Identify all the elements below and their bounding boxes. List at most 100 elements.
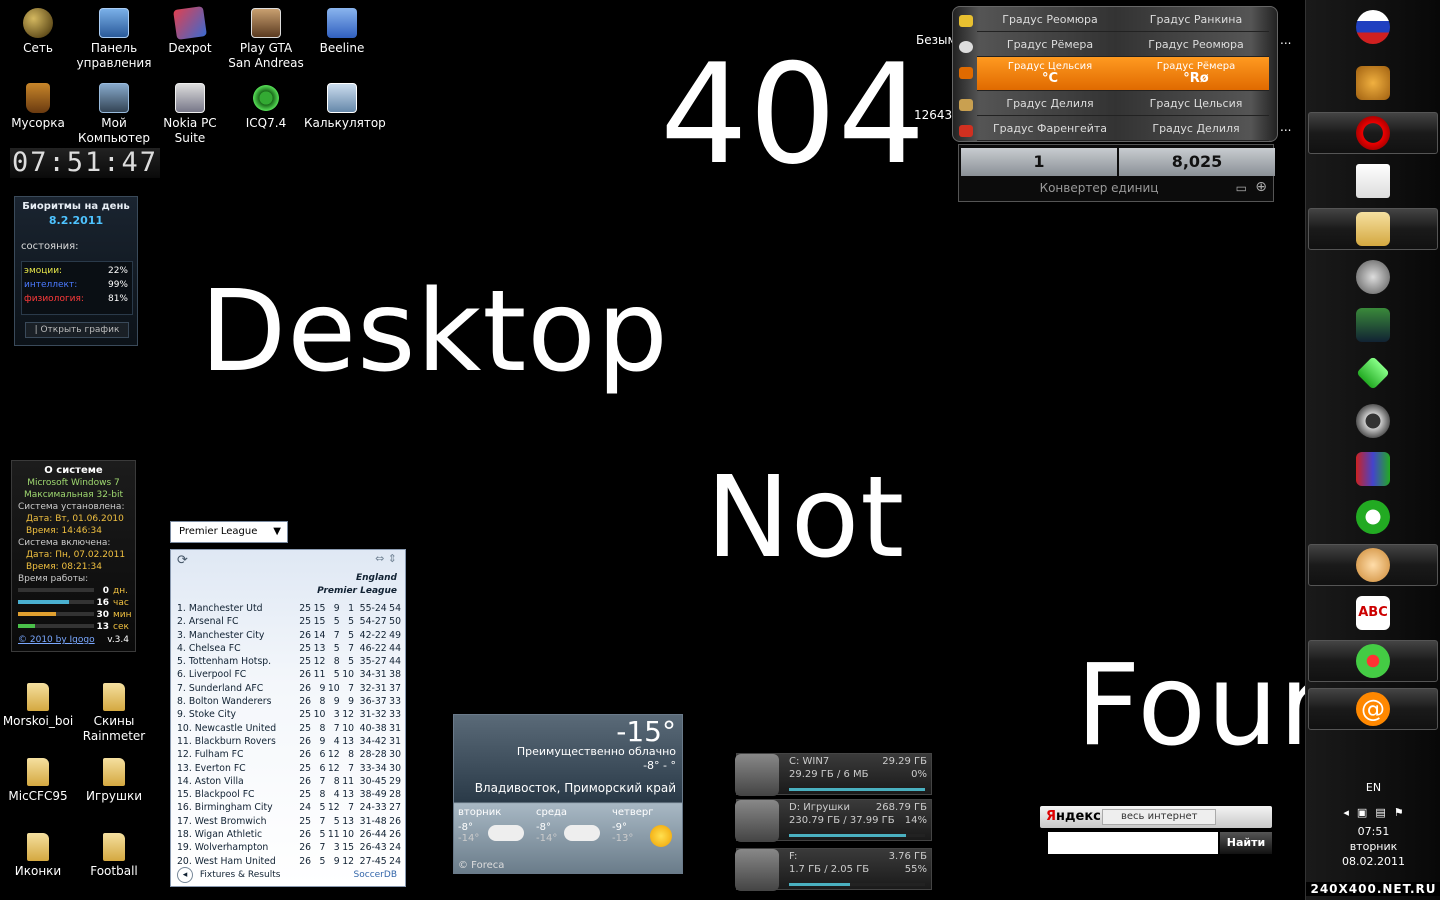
fixtures-link[interactable]: Fixtures & Results [200,870,281,880]
search-button[interactable]: Найти [1220,832,1272,854]
sys-os: Microsoft Windows 7 [27,478,120,488]
opera-icon [1356,116,1390,150]
language-indicator[interactable]: EN [1306,780,1440,795]
taskbar-explorer[interactable] [1308,208,1438,250]
taskbar-opera[interactable] [1308,112,1438,154]
weather-widget: -15° Преимущественно облачно -8° - ° Вла… [453,714,683,874]
network-icon[interactable]: Сеть [0,6,76,56]
russia-flag-icon [1356,10,1390,44]
from-unit-list[interactable]: Градус Реомюра Градус Рёмера Градус Цель… [977,7,1123,141]
taskbar-utorrent[interactable] [1308,496,1438,538]
winrar-icon [1356,452,1390,486]
taskbar-app[interactable] [1308,400,1438,442]
yandex-logo: Яндекс [1046,809,1101,824]
biorhythm-widget: Биоритмы на день 8.2.2011 состояния: эмо… [14,196,138,346]
weather-city: Владивосток, Приморский край [474,781,676,795]
taskbar-pes[interactable] [1308,304,1438,346]
search-input[interactable] [1048,832,1218,854]
taskbar-chrome[interactable] [1308,160,1438,202]
taskbar-mail[interactable]: @ [1308,688,1438,730]
table-row: 17. West Bromwich 25 7 5 13 31-48 26 [177,815,401,827]
drive-usage-bar [789,834,925,837]
tray-time[interactable]: 07:51 [1306,824,1440,839]
comment-icon[interactable]: ▭ [1236,181,1247,195]
folder-miccfc95[interactable]: MicCFC95 [0,756,76,804]
drive-f[interactable]: F: 3.76 ГБ 1.7 ГБ / 2.05 ГБ 55% [735,848,932,891]
calc-icon [327,83,357,113]
forecast-day: вторник -8° -14° [458,807,528,844]
to-unit-selected[interactable]: Градус Рёмера °Rø [1123,57,1269,91]
author-link[interactable]: © 2010 by Igogo [18,634,95,646]
system-tray: EN ◂ ▣ ▤ ⚑ 07:51 вторник 08.02.2011 [1306,780,1440,869]
league-select[interactable]: Premier League ▼ [170,521,288,543]
standings-table: 1. Manchester Utd 25 15 9 1 55-24 54 2. Arsenal… [177,602,401,868]
gta-icon[interactable]: Play GTA San Andreas [228,6,304,71]
folder-icon [27,758,49,786]
beeline-icon[interactable]: Beeline [304,6,380,56]
chevron-down-icon: ▼ [273,526,281,537]
pl-footer: ◂ Fixtures & Results SoccerDB [175,866,403,884]
from-unit-selected[interactable]: Градус Цельсия °C [977,57,1123,91]
taskbar-app[interactable] [1308,62,1438,104]
input-value[interactable]: 1 [961,148,1117,176]
open-chart-button[interactable]: | Открыть график [25,322,129,338]
pl-country: England [355,573,397,583]
resize-icon[interactable]: ⇔ ⇕ [375,552,397,565]
plus-icon[interactable]: ⊕ [1255,179,1267,195]
sys-title: О системе [44,465,103,476]
taskbar-app[interactable] [1308,256,1438,298]
back-arrow-icon[interactable]: ◂ [177,867,193,883]
tray-icons: ◂ ▣ ▤ ⚑ [1306,805,1440,820]
control-panel-icon[interactable]: Панель управления [76,6,152,71]
folder-icons[interactable]: Иконки [0,831,76,879]
weather-temp: -15° [616,715,676,748]
clock-icon [959,41,973,53]
folder-icon [27,833,49,861]
converter-label: Конвертер единиц [1039,181,1159,195]
weather-range: -8° - ° [643,759,676,772]
taskbar-sims[interactable] [1308,352,1438,394]
recycle-bin-icon[interactable]: Мусорка [0,81,76,131]
nokia-suite-icon[interactable]: Nokia PC Suite [152,81,228,146]
ruler-icon [959,99,973,111]
sys-footer: © 2010 by Igogo v.3.4 [18,634,129,646]
folder-rainmeter-skins[interactable]: Скины Rainmeter [76,681,152,744]
plumbob-icon [1356,356,1390,390]
palette-icon [1356,548,1390,582]
taskbar-language-flag[interactable] [1308,6,1438,48]
table-row: 7. Sunderland AFC 26 9 10 7 32-31 37 [177,682,401,694]
bio-date: 8.2.2011 [48,214,104,227]
sys-boot-time: Время: 08:21:34 [26,562,102,572]
utorrent-icon [1356,500,1390,534]
taskbar-abc[interactable]: ABC [1308,592,1438,634]
action-center-icon[interactable]: ⚑ [1394,805,1404,820]
thermometer-icon [959,67,973,79]
volume-tray-icon[interactable]: ▤ [1375,805,1385,820]
folder-morskoi-boi[interactable]: Morskoi_boi [0,681,76,729]
refresh-icon[interactable]: ⟳ [177,553,188,568]
table-row: 10. Newcastle United 25 8 7 10 40-38 31 [177,722,401,734]
abc-icon: ABC [1356,596,1390,630]
taskbar-winrar[interactable] [1308,448,1438,490]
partial-icon-label[interactable]: Безым [916,33,957,47]
chrome-icon [1356,164,1390,198]
folder-football[interactable]: Football [76,831,152,879]
my-computer-icon[interactable]: Мой Компьютер [76,81,152,146]
dexpot-icon[interactable]: Dexpot [152,6,228,56]
usb-drive-icon [735,849,779,891]
icq-icon[interactable]: ICQ7.4 [228,81,304,131]
taskbar-paint[interactable] [1308,544,1438,586]
table-row: 15. Blackpool FC 25 8 4 13 38-49 28 [177,789,401,801]
digital-clock: 07:51:47 [10,147,161,178]
folder-games[interactable]: Игрушки [76,756,152,804]
search-scope-select[interactable]: весь интернет [1102,809,1216,825]
to-unit-list[interactable]: Градус Ранкина Градус Реомюра Градус Рём… [1123,7,1269,141]
drive-d[interactable]: D: Игрушки 268.79 ГБ 230.79 ГБ / 37.99 ГБ… [735,799,932,842]
table-row: 6. Liverpool FC 26 11 5 10 34-31 38 [177,669,401,681]
converter-wheel: Градус Реомюра Градус Рёмера Градус Цель… [952,6,1278,142]
calculator-icon[interactable]: Калькулятор [304,81,386,131]
tray-expand-icon[interactable]: ◂ [1343,805,1349,820]
drive-c[interactable]: C: WIN7 29.29 ГБ 29.29 ГБ / 6 МБ 0% [735,753,932,796]
network-tray-icon[interactable]: ▣ [1357,805,1367,820]
taskbar-icq[interactable] [1308,640,1438,682]
